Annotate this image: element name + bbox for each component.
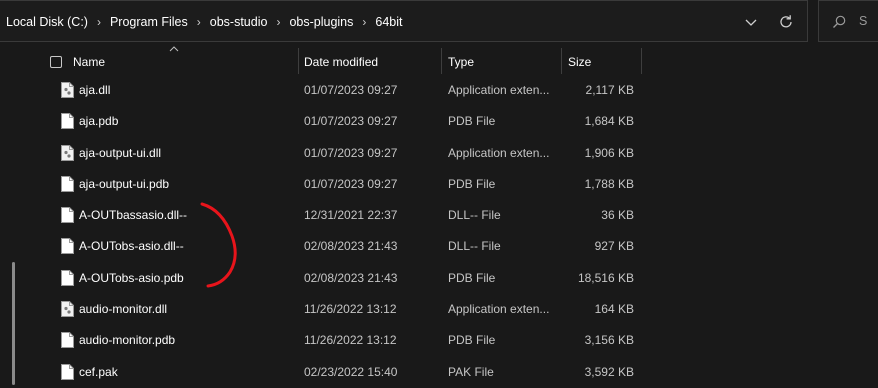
dll-file-icon bbox=[61, 301, 74, 318]
chevron-down-icon[interactable] bbox=[742, 13, 760, 31]
file-row[interactable]: audio-monitor.pdb 11/26/2022 13:12 PDB F… bbox=[0, 325, 878, 356]
file-date-modified: 01/07/2023 09:27 bbox=[304, 145, 398, 160]
search-input[interactable]: S bbox=[859, 14, 867, 28]
file-row[interactable]: aja.pdb 01/07/2023 09:27 PDB File 1,684 … bbox=[0, 106, 878, 137]
file-type: PDB File bbox=[448, 333, 496, 348]
file-name: aja.dll bbox=[79, 83, 111, 97]
breadcrumb-local-disk[interactable]: Local Disk (C:) bbox=[6, 15, 88, 29]
file-type: PDB File bbox=[448, 176, 496, 191]
column-divider[interactable] bbox=[441, 48, 442, 74]
file-name: A-OUTbassasio.dll-- bbox=[79, 208, 188, 223]
file-icon bbox=[61, 113, 74, 130]
file-date-modified: 02/08/2023 21:43 bbox=[304, 239, 398, 254]
column-divider[interactable] bbox=[561, 48, 562, 74]
file-type: DLL-- File bbox=[448, 239, 501, 254]
file-type: PAK File bbox=[448, 364, 494, 379]
file-size: 36 KB bbox=[601, 208, 634, 223]
breadcrumb-separator[interactable]: › bbox=[88, 15, 110, 29]
file-size: 3,156 KB bbox=[584, 333, 634, 348]
file-size: 18,516 KB bbox=[577, 270, 634, 285]
sort-ascending-icon bbox=[169, 46, 179, 52]
file-name: A-OUTobs-asio.pdb bbox=[79, 270, 184, 285]
file-date-modified: 01/07/2023 09:27 bbox=[304, 176, 398, 191]
file-icon bbox=[61, 332, 74, 349]
file-list: aja.dll 01/07/2023 09:27 Application ext… bbox=[0, 75, 878, 388]
file-type: PDB File bbox=[448, 270, 496, 285]
dll-file-icon bbox=[61, 144, 74, 161]
file-name: aja-output-ui.pdb bbox=[79, 176, 170, 191]
file-date-modified: 01/07/2023 09:27 bbox=[304, 114, 398, 129]
column-size[interactable]: Size bbox=[568, 55, 591, 69]
column-type[interactable]: Type bbox=[448, 55, 474, 69]
file-date-modified: 11/26/2022 13:12 bbox=[304, 333, 397, 348]
file-row[interactable]: aja-output-ui.pdb 01/07/2023 09:27 PDB F… bbox=[0, 169, 878, 200]
file-row[interactable]: A-OUTobs-asio.dll-- 02/08/2023 21:43 DLL… bbox=[0, 231, 878, 262]
breadcrumb-program-files[interactable]: Program Files bbox=[110, 15, 188, 29]
file-type: Application exten... bbox=[448, 83, 550, 97]
file-name: aja.pdb bbox=[79, 114, 119, 129]
column-divider[interactable] bbox=[641, 48, 642, 74]
file-icon bbox=[61, 207, 74, 224]
address-bar[interactable]: Local Disk (C:) › Program Files › obs-st… bbox=[0, 0, 808, 42]
breadcrumb: Local Disk (C:) › Program Files › obs-st… bbox=[6, 1, 403, 43]
file-name: audio-monitor.dll bbox=[79, 302, 168, 317]
column-date-modified[interactable]: Date modified bbox=[304, 55, 378, 69]
breadcrumb-separator[interactable]: › bbox=[267, 15, 289, 29]
file-size: 164 KB bbox=[594, 302, 634, 317]
file-name: audio-monitor.pdb bbox=[79, 333, 176, 348]
select-all-checkbox[interactable] bbox=[50, 56, 62, 68]
file-type: DLL-- File bbox=[448, 208, 501, 223]
file-size: 927 KB bbox=[594, 239, 634, 254]
file-icon bbox=[61, 269, 74, 286]
column-header: Name Date modified Type Size bbox=[0, 46, 878, 76]
column-name[interactable]: Name bbox=[73, 55, 105, 69]
file-date-modified: 01/07/2023 09:27 bbox=[304, 83, 398, 97]
breadcrumb-64bit[interactable]: 64bit bbox=[375, 15, 402, 29]
file-size: 1,684 KB bbox=[584, 114, 634, 129]
file-size: 1,788 KB bbox=[584, 176, 634, 191]
column-divider[interactable] bbox=[298, 48, 299, 74]
file-size: 2,117 KB bbox=[585, 83, 634, 97]
refresh-icon[interactable] bbox=[776, 12, 796, 32]
file-name: cef.pak bbox=[79, 364, 118, 379]
file-icon bbox=[61, 175, 74, 192]
file-date-modified: 12/31/2021 22:37 bbox=[304, 208, 398, 223]
file-type: Application exten... bbox=[448, 145, 550, 160]
dll-file-icon bbox=[61, 82, 74, 98]
file-date-modified: 02/23/2022 15:40 bbox=[304, 364, 398, 379]
file-date-modified: 02/08/2023 21:43 bbox=[304, 270, 398, 285]
file-date-modified: 11/26/2022 13:12 bbox=[304, 302, 397, 317]
file-size: 1,906 KB bbox=[584, 145, 634, 160]
file-name: aja-output-ui.dll bbox=[79, 145, 162, 160]
search-icon bbox=[833, 15, 846, 28]
file-icon bbox=[61, 238, 74, 255]
breadcrumb-obs-studio[interactable]: obs-studio bbox=[210, 15, 268, 29]
file-row[interactable]: cef.pak 02/23/2022 15:40 PAK File 3,592 … bbox=[0, 357, 878, 388]
file-row[interactable]: A-OUTobs-asio.pdb 02/08/2023 21:43 PDB F… bbox=[0, 263, 878, 294]
file-row[interactable]: aja-output-ui.dll 01/07/2023 09:27 Appli… bbox=[0, 138, 878, 169]
file-row[interactable]: audio-monitor.dll 11/26/2022 13:12 Appli… bbox=[0, 294, 878, 325]
file-type: PDB File bbox=[448, 114, 496, 129]
file-row[interactable]: aja.dll 01/07/2023 09:27 Application ext… bbox=[0, 75, 878, 106]
file-icon bbox=[61, 363, 74, 380]
red-bracket-annotation bbox=[200, 202, 237, 288]
breadcrumb-separator[interactable]: › bbox=[188, 15, 210, 29]
file-size: 3,592 KB bbox=[584, 364, 634, 379]
file-type: Application exten... bbox=[448, 302, 550, 317]
breadcrumb-obs-plugins[interactable]: obs-plugins bbox=[289, 15, 353, 29]
file-row[interactable]: A-OUTbassasio.dll-- 12/31/2021 22:37 DLL… bbox=[0, 200, 878, 231]
file-name: A-OUTobs-asio.dll-- bbox=[79, 239, 184, 254]
breadcrumb-separator[interactable]: › bbox=[353, 15, 375, 29]
search-box[interactable]: S bbox=[818, 0, 878, 42]
